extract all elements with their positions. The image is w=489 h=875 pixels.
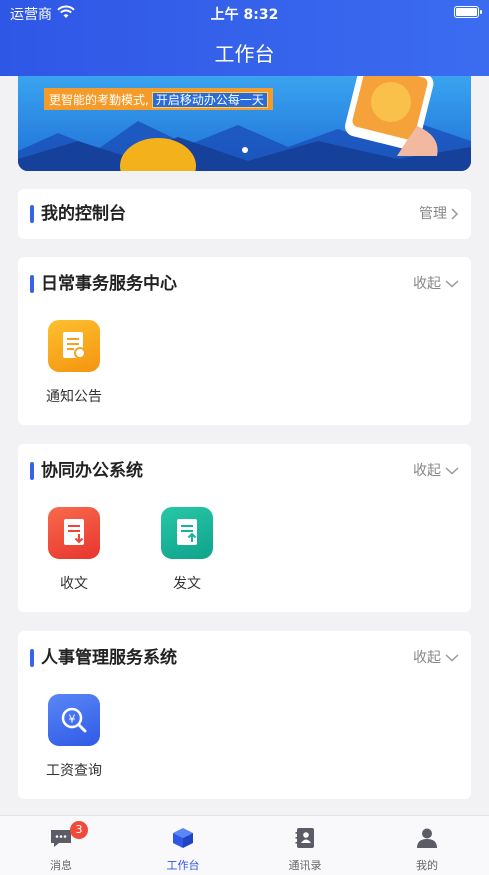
console-title-text: 我的控制台 <box>41 204 126 224</box>
tab-bar: 3 消息 工作台 通讯录 我的 <box>0 815 489 875</box>
app-label: 通知公告 <box>46 389 102 405</box>
collapse-button[interactable]: 收起 <box>413 649 459 667</box>
tab-profile[interactable]: 我的 <box>366 816 488 875</box>
collapse-button[interactable]: 收起 <box>413 462 459 480</box>
collapse-label: 收起 <box>413 463 441 479</box>
tab-label: 工作台 <box>166 859 200 872</box>
notice-icon <box>48 320 100 372</box>
manage-label: 管理 <box>419 206 447 222</box>
console-card: 我的控制台 管理 <box>18 189 471 239</box>
section-title: 人事管理服务系统 <box>30 649 177 667</box>
app-salary-search[interactable]: ¥ 工资查询 <box>34 694 114 780</box>
section-title-text: 日常事务服务中心 <box>41 274 177 294</box>
section-title: 日常事务服务中心 <box>30 275 177 293</box>
app-send-doc[interactable]: 发文 <box>147 507 227 593</box>
app-receive-doc[interactable]: 收文 <box>34 507 114 593</box>
tab-workbench[interactable]: 工作台 <box>122 816 244 875</box>
tab-contacts[interactable]: 通讯录 <box>244 816 366 875</box>
page-title: 工作台 <box>214 42 275 66</box>
contacts-icon <box>295 828 314 848</box>
promo-banner[interactable]: 更智能的考勤模式, 开启移动办公每一天 <box>18 76 471 171</box>
tab-label: 我的 <box>416 859 438 872</box>
carousel-dot <box>241 147 248 153</box>
workbench-icon <box>173 828 193 848</box>
nav-header: 运营商 上午 8:32 工作台 <box>0 0 489 76</box>
salary-search-icon: ¥ <box>48 694 100 746</box>
chevron-down-icon <box>445 467 459 475</box>
section-title-text: 协同办公系统 <box>41 461 143 481</box>
app-label: 工资查询 <box>46 763 102 779</box>
collapse-button[interactable]: 收起 <box>413 275 459 293</box>
accent-bar <box>30 205 34 223</box>
collab-office-section: 协同办公系统 收起 收文 发文 <box>18 444 471 612</box>
accent-bar <box>30 649 34 667</box>
daily-affairs-section: 日常事务服务中心 收起 通知公告 <box>18 257 471 425</box>
hr-section: 人事管理服务系统 收起 ¥ 工资查询 <box>18 631 471 799</box>
svg-text:¥: ¥ <box>69 713 76 726</box>
app-label: 收文 <box>60 576 88 592</box>
profile-icon <box>417 828 437 848</box>
slogan-highlight: 开启移动办公每一天 <box>151 92 268 108</box>
manage-button[interactable]: 管理 <box>419 205 459 223</box>
send-doc-icon <box>161 507 213 559</box>
receive-doc-icon <box>48 507 100 559</box>
chevron-right-icon <box>451 208 459 220</box>
carousel-indicator[interactable] <box>18 138 471 157</box>
slogan-prefix: 更智能的考勤模式, <box>49 93 149 107</box>
chevron-down-icon <box>445 654 459 662</box>
collapse-label: 收起 <box>413 276 441 292</box>
unread-badge: 3 <box>70 821 88 839</box>
tab-messages[interactable]: 3 消息 <box>0 816 122 875</box>
section-title-text: 人事管理服务系统 <box>41 648 177 668</box>
clock: 上午 8:32 <box>210 7 279 23</box>
accent-bar <box>30 275 34 293</box>
chevron-down-icon <box>445 280 459 288</box>
battery-icon <box>454 6 482 18</box>
tab-label: 消息 <box>50 859 72 872</box>
tab-label: 通讯录 <box>288 859 322 872</box>
section-title: 协同办公系统 <box>30 462 143 480</box>
app-label: 发文 <box>173 576 201 592</box>
console-title: 我的控制台 <box>30 205 126 223</box>
banner-slogan: 更智能的考勤模式, 开启移动办公每一天 <box>44 88 273 110</box>
app-notice[interactable]: 通知公告 <box>34 320 114 406</box>
status-bar: 运营商 上午 8:32 <box>0 4 489 23</box>
collapse-label: 收起 <box>413 650 441 666</box>
accent-bar <box>30 462 34 480</box>
